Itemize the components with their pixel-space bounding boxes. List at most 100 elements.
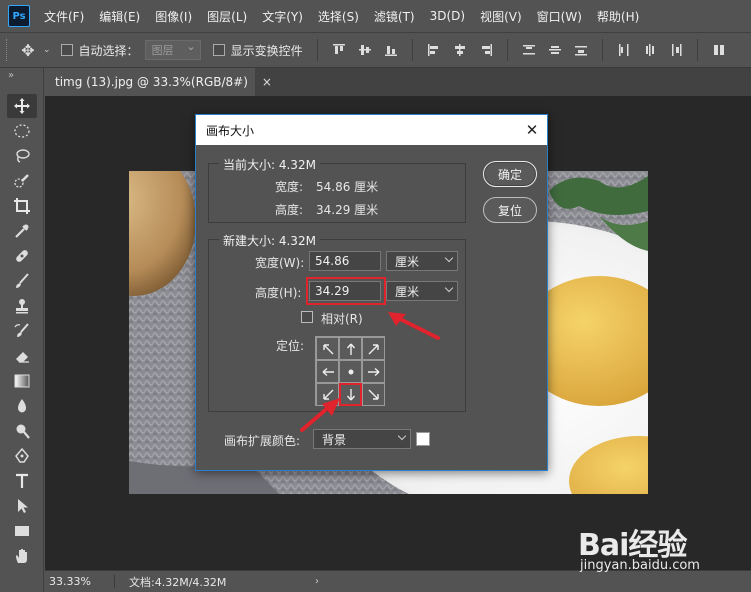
menu-window[interactable]: 窗口(W) <box>537 8 582 25</box>
brush-tool-icon[interactable] <box>7 269 37 293</box>
type-tool-icon[interactable] <box>7 469 37 493</box>
height-unit-value: 厘米 <box>395 284 420 299</box>
width-input-value: 54.86 <box>315 254 350 268</box>
relative-checkbox[interactable] <box>301 311 313 323</box>
reset-button[interactable]: 复位 <box>483 197 537 223</box>
distribute-right-icon[interactable] <box>666 40 686 60</box>
anchor-bottom-right[interactable] <box>362 383 385 406</box>
gradient-tool-icon[interactable] <box>7 369 37 393</box>
align-vcenter-icon[interactable] <box>355 40 375 60</box>
menu-filter[interactable]: 滤镜(T) <box>374 8 415 25</box>
dialog-title: 画布大小 <box>206 123 255 138</box>
width-unit-dropdown[interactable]: 厘米 <box>386 251 458 271</box>
chevron-down-icon <box>444 283 454 293</box>
lasso-tool-icon[interactable] <box>7 144 37 168</box>
status-menu-arrow-icon[interactable]: › <box>315 576 319 587</box>
document-size-info: 文档:4.32M/4.32M <box>129 575 227 589</box>
divider <box>601 39 603 61</box>
close-icon[interactable]: ✕ <box>517 115 547 145</box>
menu-type[interactable]: 文字(Y) <box>262 8 303 25</box>
distribute-vcenter-icon[interactable] <box>545 40 565 60</box>
align-left-icon[interactable] <box>424 40 444 60</box>
zoom-level[interactable]: 33.33% <box>45 575 115 588</box>
menu-view[interactable]: 视图(V) <box>480 8 522 25</box>
align-bottom-icon[interactable] <box>381 40 401 60</box>
menu-select[interactable]: 选择(S) <box>318 8 359 25</box>
height-unit-dropdown[interactable]: 厘米 <box>386 281 458 301</box>
history-brush-tool-icon[interactable] <box>7 319 37 343</box>
marquee-tool-icon[interactable] <box>7 119 37 143</box>
extension-color-swatch[interactable] <box>416 432 430 446</box>
auto-select-label: 自动选择： <box>78 43 139 58</box>
chevron-down-icon <box>444 253 454 263</box>
collapse-toolbar-icon[interactable]: » <box>0 68 43 94</box>
current-height-value: 34.29 厘米 <box>316 203 379 217</box>
anchor-top-left[interactable] <box>316 337 339 360</box>
distribute-top-icon[interactable] <box>519 40 539 60</box>
auto-select-target-value: 图层 <box>151 44 174 57</box>
current-height-label: 高度: <box>275 203 304 217</box>
eyedropper-tool-icon[interactable] <box>7 219 37 243</box>
path-selection-tool-icon[interactable] <box>7 494 37 518</box>
photoshop-logo-icon: Ps <box>8 5 30 27</box>
document-tab-bar: timg (13).jpg @ 33.3%(RGB/8#) × <box>45 68 751 96</box>
menu-file[interactable]: 文件(F) <box>44 8 84 25</box>
auto-align-icon[interactable] <box>709 40 729 60</box>
menu-edit[interactable]: 编辑(E) <box>99 8 140 25</box>
pen-tool-icon[interactable] <box>7 444 37 468</box>
width-input[interactable]: 54.86 <box>309 251 381 271</box>
anchor-right[interactable] <box>362 360 385 383</box>
blur-tool-icon[interactable] <box>7 394 37 418</box>
anchor-center[interactable] <box>339 360 362 383</box>
align-hcenter-icon[interactable] <box>450 40 470 60</box>
hand-tool-icon[interactable] <box>7 544 37 568</box>
width-unit-value: 厘米 <box>395 254 420 269</box>
menu-help[interactable]: 帮助(H) <box>597 8 639 25</box>
chevron-down-icon <box>397 431 407 441</box>
height-input-highlight <box>306 277 386 305</box>
quick-selection-tool-icon[interactable] <box>7 169 37 193</box>
distribute-hcenter-icon[interactable] <box>640 40 660 60</box>
distribute-bottom-icon[interactable] <box>571 40 591 60</box>
align-top-icon[interactable] <box>329 40 349 60</box>
move-tool-preset-icon[interactable]: ✥ <box>17 39 39 61</box>
menu-bar: Ps 文件(F) 编辑(E) 图像(I) 图层(L) 文字(Y) 选择(S) 滤… <box>0 0 751 32</box>
menu-3d[interactable]: 3D(D) <box>430 9 465 23</box>
auto-select-target-dropdown[interactable]: 图层 <box>144 40 201 60</box>
move-tool-icon[interactable] <box>7 94 37 118</box>
canvas-size-dialog: 画布大小 ✕ 当前大小: 4.32M 宽度: 54.86 厘米 高度: 34.2… <box>195 114 548 471</box>
rectangle-tool-icon[interactable] <box>7 519 37 543</box>
dodge-tool-icon[interactable] <box>7 419 37 443</box>
tools-panel: » <box>0 68 44 592</box>
close-tab-icon[interactable]: × <box>262 75 272 89</box>
current-width-value: 54.86 厘米 <box>316 180 379 194</box>
options-bar: ✥ ⌄ 自动选择： 图层 显示变换控件 <box>0 32 751 68</box>
eraser-tool-icon[interactable] <box>7 344 37 368</box>
anchor-label: 定位: <box>276 339 305 353</box>
chevron-down-icon[interactable]: ⌄ <box>43 45 51 55</box>
options-grip[interactable] <box>6 39 9 61</box>
divider <box>316 39 318 61</box>
distribute-left-icon[interactable] <box>614 40 634 60</box>
relative-label: 相对(R) <box>321 312 363 326</box>
align-right-icon[interactable] <box>476 40 496 60</box>
anchor-left[interactable] <box>316 360 339 383</box>
show-transform-checkbox[interactable] <box>212 44 225 56</box>
auto-select-checkbox[interactable] <box>60 44 73 56</box>
divider <box>506 39 508 61</box>
menu-layer[interactable]: 图层(L) <box>207 8 247 25</box>
ok-button[interactable]: 确定 <box>483 161 537 187</box>
menu-image[interactable]: 图像(I) <box>155 8 192 25</box>
dialog-titlebar[interactable]: 画布大小 ✕ <box>196 115 547 145</box>
crop-tool-icon[interactable] <box>7 194 37 218</box>
divider <box>696 39 698 61</box>
document-tab-title: timg (13).jpg @ 33.3%(RGB/8#) <box>55 75 248 89</box>
anchor-top[interactable] <box>339 337 362 360</box>
document-tab[interactable]: timg (13).jpg @ 33.3%(RGB/8#) × <box>45 68 272 96</box>
clone-stamp-tool-icon[interactable] <box>7 294 37 318</box>
annotation-arrow-height <box>388 312 440 340</box>
annotation-arrow-anchor <box>300 398 340 432</box>
healing-brush-tool-icon[interactable] <box>7 244 37 268</box>
baidu-jingyan-watermark: Bai经验 jingyan.baidu.com <box>578 512 738 582</box>
new-width-label: 宽度(W): <box>255 256 305 270</box>
